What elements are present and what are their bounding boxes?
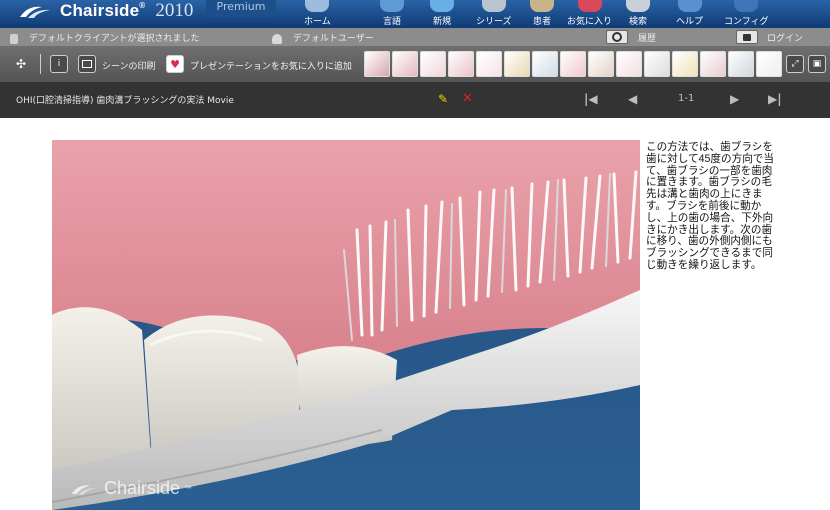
heart-icon: ♥ bbox=[170, 57, 180, 71]
scene-thumbnail[interactable] bbox=[504, 51, 530, 77]
fullscreen-button[interactable]: ⤢ bbox=[786, 55, 804, 73]
home-icon bbox=[305, 0, 330, 12]
clock-icon bbox=[612, 32, 622, 42]
scene-thumbnail[interactable] bbox=[448, 51, 474, 77]
lock-icon bbox=[743, 34, 751, 41]
page-indicator: 1-1 bbox=[678, 93, 695, 104]
edit-pencil-icon[interactable]: ✎ bbox=[438, 92, 448, 106]
scene-thumbnail[interactable] bbox=[672, 51, 698, 77]
last-page-icon[interactable]: ▶| bbox=[768, 92, 782, 106]
pin-icon bbox=[10, 33, 18, 44]
series-icon bbox=[481, 0, 506, 12]
login-label[interactable]: ログイン bbox=[767, 31, 803, 44]
nav-favorites[interactable]: お気に入り bbox=[567, 0, 612, 28]
history-label[interactable]: 履歴 bbox=[638, 31, 656, 44]
add-favorite-label[interactable]: プレゼンテーションをお気に入りに追加 bbox=[190, 59, 352, 72]
nav-series[interactable]: シリーズ bbox=[476, 0, 512, 28]
scene-thumbnail[interactable] bbox=[364, 51, 390, 77]
new-icon bbox=[430, 0, 454, 12]
brushing-animation[interactable]: Chairside ™ bbox=[52, 140, 640, 510]
chairside-watermark: Chairside ™ bbox=[70, 478, 192, 499]
nav-help[interactable]: ヘルプ bbox=[676, 0, 703, 28]
scene-thumbnail[interactable] bbox=[532, 51, 558, 77]
toolbar-divider bbox=[40, 54, 41, 74]
nav-search[interactable]: 検索 bbox=[626, 0, 650, 28]
nav-language[interactable]: 言語 bbox=[380, 0, 404, 28]
scene-toolbar: ✣ i シーンの印刷 ♥ プレゼンテーションをお気に入りに追加 ⤢ ▣ bbox=[0, 46, 830, 82]
user-icon bbox=[272, 33, 282, 44]
client-status[interactable]: デフォルトクライアントが選択されました bbox=[10, 31, 200, 44]
edition-badge: Premium bbox=[206, 0, 276, 17]
config-icon bbox=[734, 0, 759, 12]
present-button[interactable]: ▣ bbox=[808, 55, 826, 73]
content-area: Chairside ™ この方法では、歯ブラシを歯に対して45度の方向で当て、歯ブ… bbox=[0, 118, 830, 510]
collapse-button[interactable]: ✣ bbox=[10, 53, 32, 75]
collapse-icon: ✣ bbox=[15, 57, 27, 71]
toothbrush-scene-image bbox=[52, 140, 640, 510]
nav-home[interactable]: ホーム bbox=[304, 0, 331, 28]
search-icon bbox=[626, 0, 650, 12]
print-scene-label[interactable]: シーンの印刷 bbox=[102, 59, 156, 72]
language-icon bbox=[380, 0, 404, 12]
history-button[interactable] bbox=[606, 30, 628, 44]
app-year: 2010 bbox=[155, 0, 194, 21]
user-status[interactable]: デフォルトユーザー bbox=[272, 31, 374, 44]
first-page-icon[interactable]: |◀ bbox=[584, 92, 598, 106]
app-name: Chairside® bbox=[60, 1, 146, 20]
scene-title: OHI(口腔清掃指導) 歯肉溝ブラッシングの実法 Movie bbox=[16, 96, 234, 106]
info-icon: i bbox=[57, 59, 61, 69]
scene-description: この方法では、歯ブラシを歯に対して45度の方向で当て、歯ブラシの一部を歯肉に置き… bbox=[646, 141, 774, 271]
scene-thumbnail[interactable] bbox=[616, 51, 642, 77]
presentation-icon: ▣ bbox=[812, 59, 822, 69]
scene-thumbnail[interactable] bbox=[560, 51, 586, 77]
nav-new[interactable]: 新規 bbox=[430, 0, 454, 28]
scene-thumbnail[interactable] bbox=[728, 51, 754, 77]
print-scene-button[interactable] bbox=[78, 55, 96, 73]
help-icon bbox=[677, 0, 702, 12]
add-favorite-button[interactable]: ♥ bbox=[166, 55, 184, 73]
top-bar: Chairside® 2010 Premium ホーム 言語 新規 シリーズ 患… bbox=[0, 0, 830, 28]
next-page-icon[interactable]: ▶ bbox=[730, 92, 739, 106]
printer-icon bbox=[82, 60, 92, 68]
info-button[interactable]: i bbox=[50, 55, 68, 73]
scene-thumbnail[interactable] bbox=[588, 51, 614, 77]
login-button[interactable] bbox=[736, 30, 758, 44]
chairside-watermark-logo-icon bbox=[71, 484, 97, 495]
fullscreen-icon: ⤢ bbox=[791, 59, 799, 69]
scene-thumbnail[interactable] bbox=[644, 51, 670, 77]
scene-thumbnail[interactable] bbox=[420, 51, 446, 77]
app-logo: Chairside® 2010 bbox=[18, 0, 193, 22]
scene-thumbnail[interactable] bbox=[392, 51, 418, 77]
delete-x-icon[interactable]: ✕ bbox=[462, 91, 473, 106]
scene-thumbnails bbox=[364, 51, 782, 77]
scene-thumbnail[interactable] bbox=[700, 51, 726, 77]
patient-icon bbox=[530, 0, 554, 12]
scene-title-bar: OHI(口腔清掃指導) 歯肉溝ブラッシングの実法 Movie ✎ ✕ |◀ ◀ … bbox=[0, 82, 830, 118]
prev-page-icon[interactable]: ◀ bbox=[628, 92, 637, 106]
nav-patient[interactable]: 患者 bbox=[530, 0, 554, 28]
status-bar: デフォルトクライアントが選択されました デフォルトユーザー 履歴 ログイン bbox=[0, 28, 830, 46]
nav-config[interactable]: コンフィグ bbox=[724, 0, 769, 28]
scene-thumbnail[interactable] bbox=[476, 51, 502, 77]
chairside-logo-icon bbox=[20, 6, 50, 18]
scene-thumbnail[interactable] bbox=[756, 51, 782, 77]
favorites-icon bbox=[577, 0, 602, 12]
